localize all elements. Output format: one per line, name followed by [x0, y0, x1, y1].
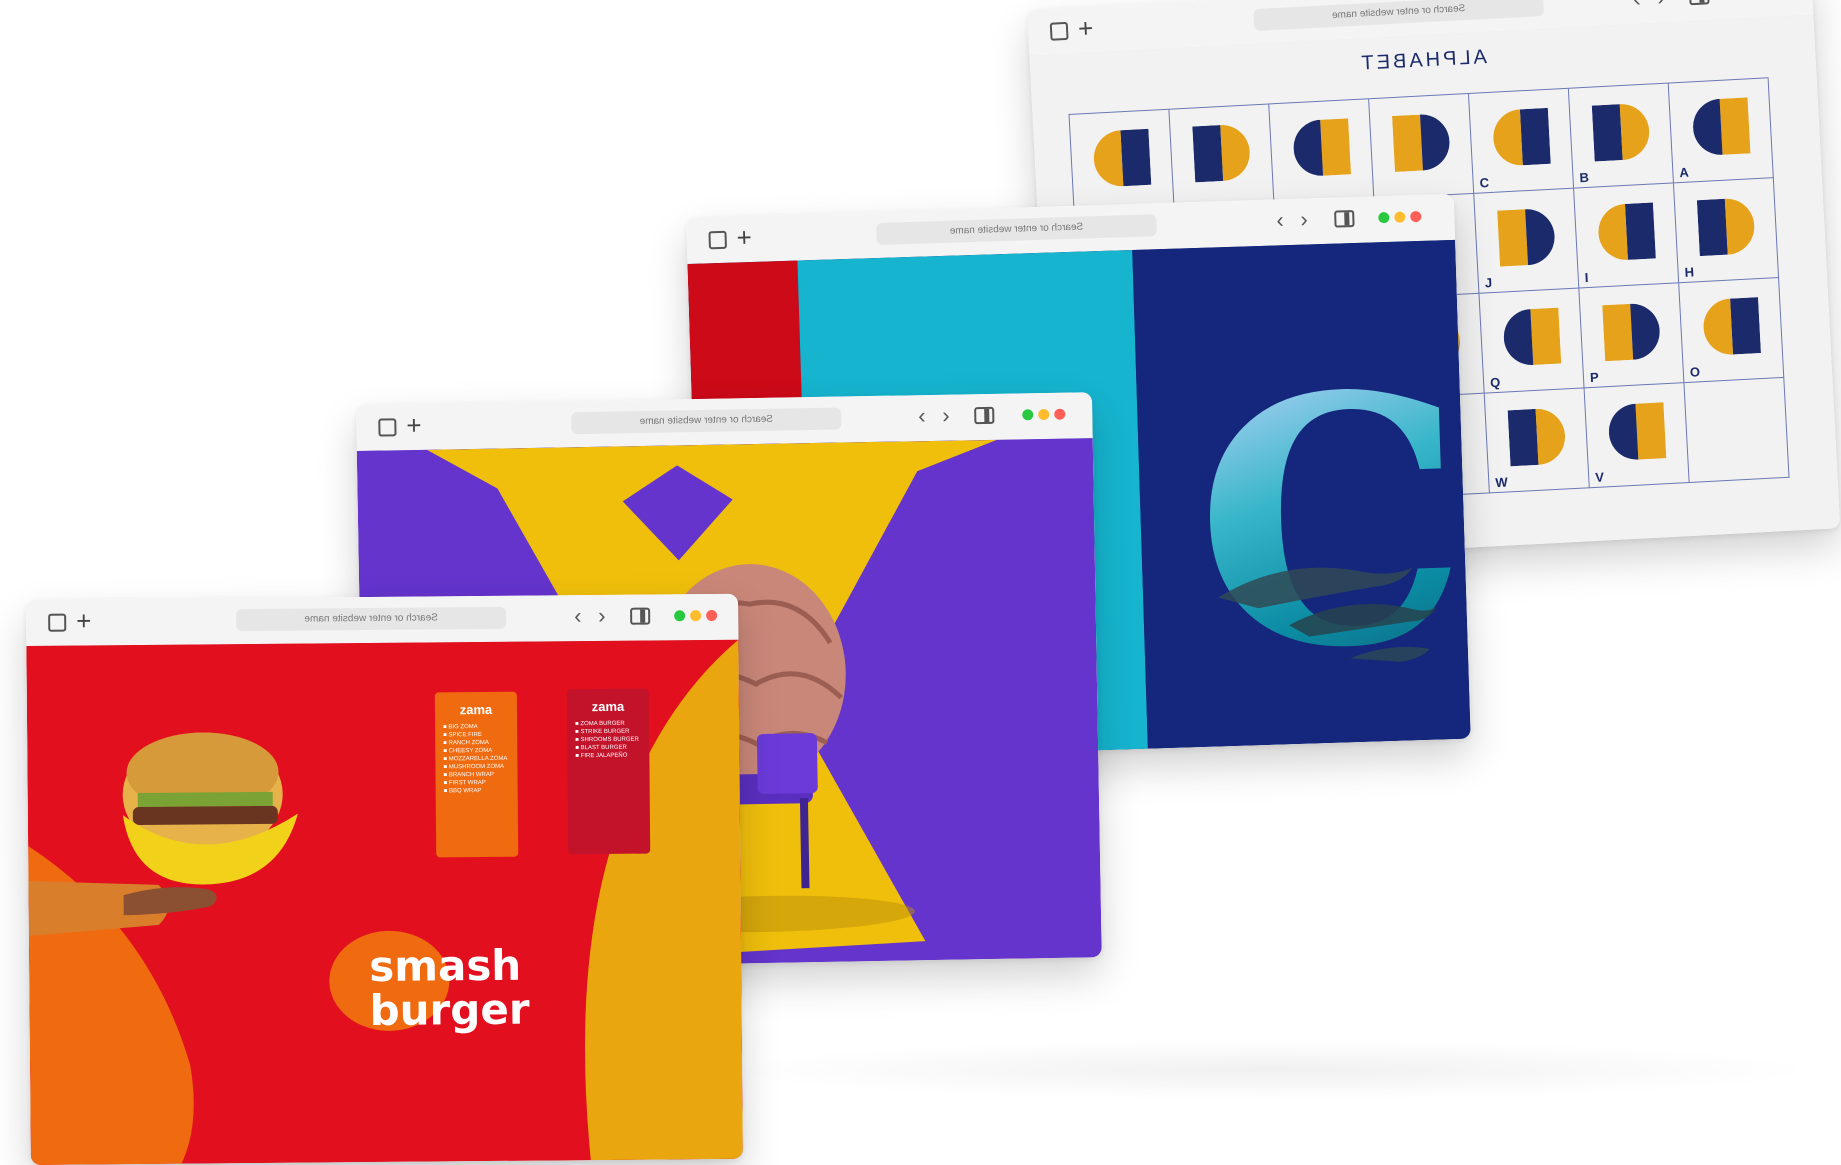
sidebar-icon[interactable]	[630, 607, 651, 625]
menu-brand: zama	[591, 698, 625, 715]
close-dot-icon[interactable]	[1054, 408, 1066, 420]
smash-burger-page: zama BIG ZOMASPICE FIRERANCH ZOMACHEESY …	[26, 639, 743, 1165]
alphabet-cell[interactable]: Q	[1479, 288, 1585, 394]
letter-w-glyph-icon	[1507, 408, 1566, 467]
close-dot-icon[interactable]	[1410, 210, 1422, 223]
minimize-dot-icon[interactable]	[690, 610, 702, 622]
cell-letter-label: P	[1589, 369, 1600, 386]
zoom-dot-icon[interactable]	[1378, 211, 1390, 224]
letter-g-glyph-icon	[1392, 114, 1450, 172]
menu-item-list: BIG ZOMASPICE FIRERANCH ZOMACHEESY ZOMAM…	[435, 723, 518, 796]
alphabet-cell[interactable]: A	[1668, 78, 1774, 184]
letter-d-glyph-icon	[1093, 128, 1152, 187]
cell-letter-label: H	[1684, 264, 1695, 280]
letter-b-glyph-icon	[1591, 104, 1650, 162]
minimize-dot-icon[interactable]	[1394, 211, 1406, 223]
browser-window-smash-burger: + Search or enter website name ‹ › zama …	[26, 593, 743, 1165]
cell-letter-label: W	[1494, 474, 1509, 491]
cell-letter-label: O	[1689, 364, 1701, 380]
cell-letter-label: J	[1484, 275, 1493, 291]
zoom-dot-icon[interactable]	[674, 610, 686, 622]
address-bar[interactable]: Search or enter website name	[1253, 0, 1545, 32]
address-bar[interactable]: Search or enter website name	[236, 606, 507, 632]
alphabet-cell[interactable]	[1269, 99, 1375, 205]
headline-line-1: smash	[368, 940, 522, 992]
tab-overview-icon[interactable]	[708, 230, 727, 250]
letter-i-glyph-icon	[1598, 202, 1656, 260]
menu-item: FIRE JALAPEÑO	[575, 752, 649, 761]
floor-shadow	[720, 1040, 1820, 1100]
minimize-dot-icon[interactable]	[1038, 408, 1050, 421]
letter-p-glyph-icon	[1602, 303, 1660, 362]
menu-card[interactable]: zama ZOMA BURGERSTRIKE BURGERSHROOMS BUR…	[566, 688, 651, 855]
menu-item-list: ZOMA BURGERSTRIKE BURGERSHROOMS BURGERBL…	[567, 720, 649, 761]
address-bar[interactable]: Search or enter website name	[571, 407, 842, 435]
forward-button[interactable]: ›	[942, 403, 950, 429]
cell-letter-label: C	[1479, 175, 1490, 191]
new-tab-button[interactable]: +	[406, 410, 422, 440]
alphabet-cell[interactable]	[1684, 377, 1790, 483]
cell-letter-label: Q	[1489, 374, 1501, 391]
menu-card[interactable]: zama BIG ZOMASPICE FIRERANCH ZOMACHEESY …	[434, 691, 519, 858]
letter-a-glyph-icon	[1693, 97, 1751, 155]
browser-showcase: + Search or enter website name ‹ › ALPHA…	[0, 0, 1841, 1165]
alphabet-cell[interactable]: B	[1568, 83, 1674, 189]
letter-j-glyph-icon	[1497, 209, 1555, 267]
tab-overview-icon[interactable]	[378, 418, 397, 437]
close-dot-icon[interactable]	[706, 609, 718, 622]
headline-line-2: burger	[369, 984, 530, 1036]
address-bar[interactable]: Search or enter website name	[876, 214, 1157, 246]
cell-letter-label: V	[1594, 469, 1605, 485]
tab-overview-icon[interactable]	[1049, 21, 1069, 41]
sidebar-icon[interactable]	[1334, 210, 1355, 228]
alphabet-cell[interactable]: C	[1469, 88, 1575, 194]
forward-button[interactable]: ›	[1300, 206, 1308, 232]
letter-c-glyph-icon	[1493, 107, 1551, 166]
alphabet-cell[interactable]: J	[1474, 188, 1580, 294]
back-button[interactable]: ‹	[1276, 207, 1284, 233]
letter-f-glyph-icon	[1293, 118, 1352, 176]
cell-letter-label: I	[1584, 269, 1589, 286]
new-tab-button[interactable]: +	[736, 222, 752, 252]
zoom-dot-icon[interactable]	[1022, 409, 1034, 421]
alphabet-cell[interactable]: H	[1673, 178, 1780, 284]
alphabet-cell[interactable]: O	[1679, 278, 1785, 384]
tab-overview-icon[interactable]	[48, 613, 67, 632]
back-button[interactable]: ‹	[1633, 0, 1642, 12]
new-tab-button[interactable]: +	[76, 605, 91, 635]
headline: smash burger	[368, 940, 530, 1036]
menu-brand: zama	[459, 701, 493, 718]
cell-letter-label: A	[1679, 164, 1690, 181]
menu-item: BBQ WRAP	[444, 787, 518, 796]
sidebar-icon[interactable]	[974, 406, 995, 425]
sidebar-icon[interactable]	[1688, 0, 1710, 6]
forward-button[interactable]: ›	[1657, 0, 1666, 11]
letter-o-glyph-icon	[1703, 297, 1761, 355]
letter-h-glyph-icon	[1696, 198, 1755, 257]
alphabet-cell[interactable]: P	[1579, 283, 1685, 389]
letter-q-glyph-icon	[1503, 307, 1562, 365]
back-button[interactable]: ‹	[918, 403, 926, 429]
alphabet-cell[interactable]: I	[1574, 183, 1680, 289]
new-tab-button[interactable]: +	[1077, 13, 1094, 44]
alphabet-cell[interactable]	[1069, 109, 1175, 215]
alphabet-cell[interactable]	[1169, 104, 1275, 210]
letter-e-glyph-icon	[1192, 125, 1250, 183]
back-button[interactable]: ‹	[574, 603, 582, 629]
alphabet-cell[interactable]: W	[1484, 388, 1590, 494]
browser-toolbar: + Search or enter website name ‹ ›	[26, 593, 739, 647]
alphabet-cell[interactable]	[1369, 93, 1475, 200]
forward-button[interactable]: ›	[598, 603, 606, 629]
alphabet-cell[interactable]: V	[1584, 383, 1690, 489]
letter-v-glyph-icon	[1608, 402, 1667, 460]
cell-letter-label: B	[1579, 169, 1590, 186]
dolphins-image	[1218, 567, 1437, 662]
